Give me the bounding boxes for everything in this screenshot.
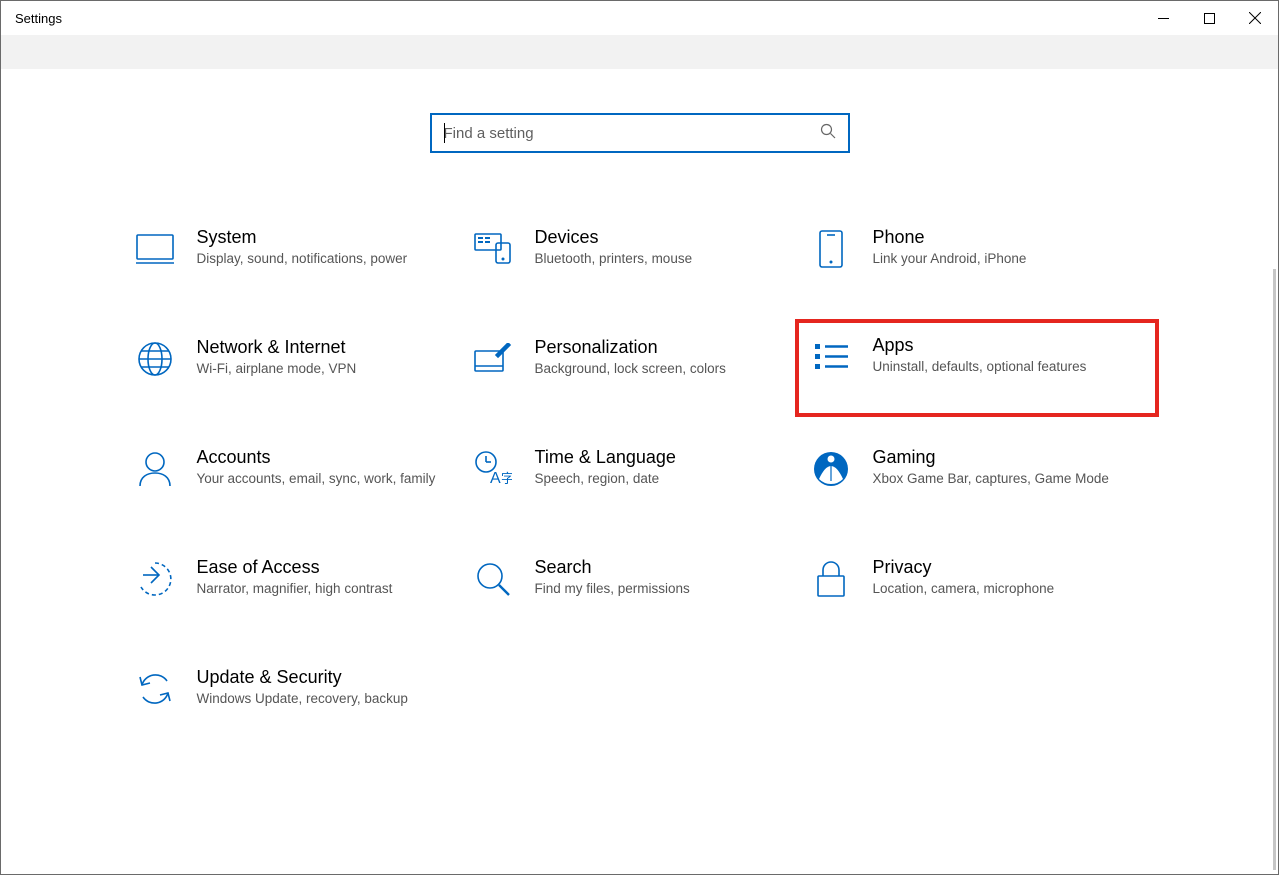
- devices-icon: [471, 227, 515, 271]
- category-title: System: [197, 227, 439, 248]
- category-title: Devices: [535, 227, 777, 248]
- category-time-language[interactable]: A字 Time & Language Speech, region, date: [471, 445, 809, 511]
- minimize-icon: [1158, 13, 1169, 24]
- window-title: Settings: [15, 11, 62, 26]
- personalization-icon: [471, 337, 515, 381]
- category-desc: Uninstall, defaults, optional features: [873, 358, 1123, 376]
- minimize-button[interactable]: [1140, 1, 1186, 35]
- category-accounts[interactable]: Accounts Your accounts, email, sync, wor…: [133, 445, 471, 511]
- svg-text:字: 字: [501, 471, 512, 486]
- svg-text:A: A: [490, 470, 501, 487]
- category-ease-of-access[interactable]: Ease of Access Narrator, magnifier, high…: [133, 555, 471, 621]
- category-search[interactable]: Search Find my files, permissions: [471, 555, 809, 621]
- category-title: Network & Internet: [197, 337, 439, 358]
- close-icon: [1249, 12, 1261, 24]
- category-desc: Speech, region, date: [535, 470, 777, 488]
- category-desc: Narrator, magnifier, high contrast: [197, 580, 439, 598]
- ease-of-access-icon: [133, 557, 177, 601]
- text-caret: [444, 123, 445, 143]
- category-title: Search: [535, 557, 777, 578]
- category-desc: Windows Update, recovery, backup: [197, 690, 439, 708]
- category-title: Time & Language: [535, 447, 777, 468]
- search-category-icon: [471, 557, 515, 601]
- system-icon: [133, 227, 177, 271]
- category-desc: Background, lock screen, colors: [535, 360, 777, 378]
- category-desc: Find my files, permissions: [535, 580, 777, 598]
- category-apps[interactable]: Apps Uninstall, defaults, optional featu…: [795, 319, 1159, 417]
- phone-icon: [809, 227, 853, 271]
- update-icon: [133, 667, 177, 711]
- category-desc: Your accounts, email, sync, work, family: [197, 470, 439, 488]
- category-gaming[interactable]: Gaming Xbox Game Bar, captures, Game Mod…: [809, 445, 1147, 511]
- window-controls: [1140, 1, 1278, 35]
- category-title: Accounts: [197, 447, 439, 468]
- category-devices[interactable]: Devices Bluetooth, printers, mouse: [471, 225, 809, 291]
- category-desc: Bluetooth, printers, mouse: [535, 250, 777, 268]
- category-desc: Link your Android, iPhone: [873, 250, 1115, 268]
- category-desc: Display, sound, notifications, power: [197, 250, 439, 268]
- category-title: Apps: [873, 335, 1123, 356]
- close-button[interactable]: [1232, 1, 1278, 35]
- lock-icon: [809, 557, 853, 601]
- apps-icon: [809, 335, 853, 379]
- category-network[interactable]: Network & Internet Wi-Fi, airplane mode,…: [133, 335, 471, 401]
- categories-grid: System Display, sound, notifications, po…: [1, 197, 1278, 771]
- maximize-icon: [1204, 13, 1215, 24]
- category-title: Phone: [873, 227, 1115, 248]
- header-band: [1, 35, 1278, 69]
- search-input[interactable]: [444, 125, 820, 142]
- category-personalization[interactable]: Personalization Background, lock screen,…: [471, 335, 809, 401]
- category-system[interactable]: System Display, sound, notifications, po…: [133, 225, 471, 291]
- category-title: Personalization: [535, 337, 777, 358]
- category-title: Update & Security: [197, 667, 439, 688]
- search-wrap: [1, 69, 1278, 197]
- time-language-icon: A字: [471, 447, 515, 491]
- scrollbar[interactable]: [1273, 269, 1276, 870]
- category-title: Privacy: [873, 557, 1115, 578]
- category-desc: Wi-Fi, airplane mode, VPN: [197, 360, 439, 378]
- search-box[interactable]: [430, 113, 850, 153]
- category-title: Ease of Access: [197, 557, 439, 578]
- titlebar: Settings: [1, 1, 1278, 35]
- search-icon: [820, 123, 836, 144]
- category-phone[interactable]: Phone Link your Android, iPhone: [809, 225, 1147, 291]
- accounts-icon: [133, 447, 177, 491]
- gaming-icon: [809, 447, 853, 491]
- content-area: System Display, sound, notifications, po…: [1, 69, 1278, 874]
- category-desc: Location, camera, microphone: [873, 580, 1115, 598]
- category-update-security[interactable]: Update & Security Windows Update, recove…: [133, 665, 471, 731]
- maximize-button[interactable]: [1186, 1, 1232, 35]
- category-privacy[interactable]: Privacy Location, camera, microphone: [809, 555, 1147, 621]
- category-desc: Xbox Game Bar, captures, Game Mode: [873, 470, 1115, 488]
- category-title: Gaming: [873, 447, 1115, 468]
- globe-icon: [133, 337, 177, 381]
